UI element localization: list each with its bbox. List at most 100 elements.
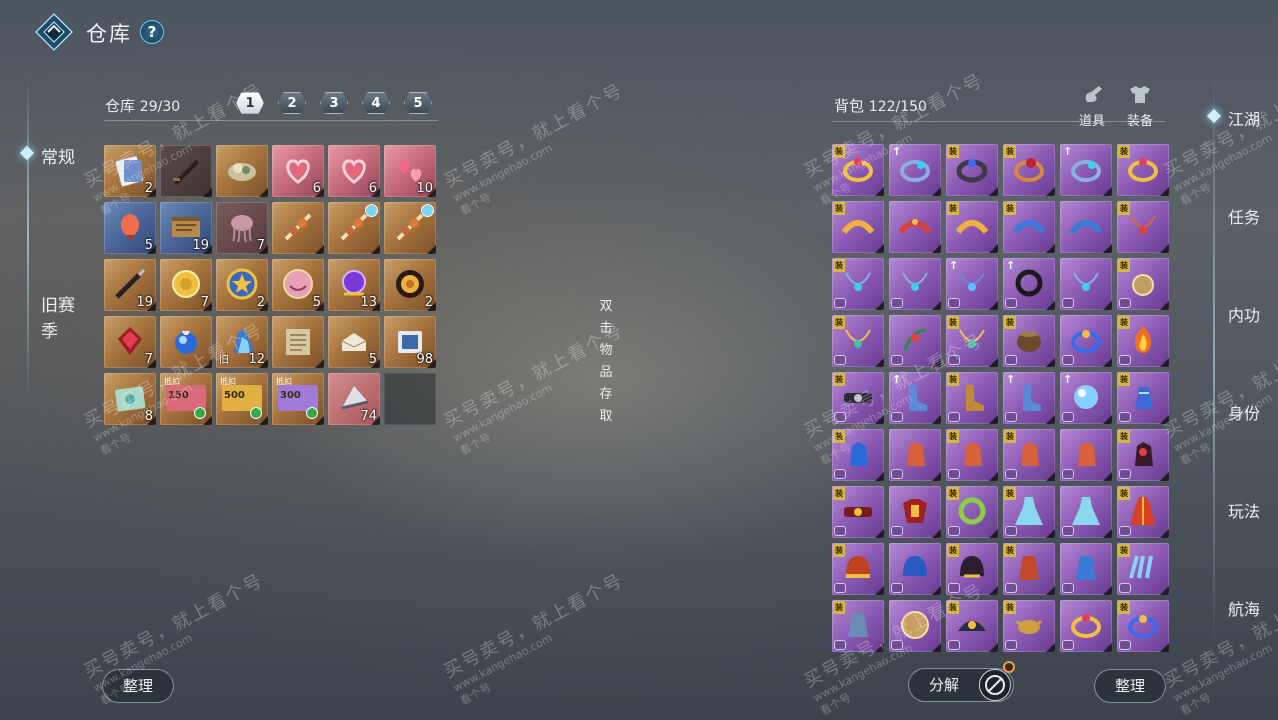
backpack-slot[interactable]	[1060, 486, 1112, 538]
warehouse-slot[interactable]: 旧 12	[216, 316, 268, 368]
backpack-slot[interactable]: ↑	[1060, 372, 1112, 424]
backpack-slot[interactable]: 装	[946, 144, 998, 196]
props-filter-button[interactable]: 道具	[1072, 84, 1112, 129]
backpack-slot[interactable]	[1060, 429, 1112, 481]
backpack-slot[interactable]: ↑	[1060, 144, 1112, 196]
backpack-slot[interactable]: 装	[946, 315, 998, 367]
warehouse-slot[interactable]: 10	[384, 145, 436, 197]
backpack-slot[interactable]: 装	[1117, 144, 1169, 196]
page-tab-1[interactable]: 1	[236, 92, 264, 114]
warehouse-slot[interactable]: 98	[384, 316, 436, 368]
backpack-slot[interactable]: 装	[1117, 543, 1169, 595]
nav-right-tasks[interactable]: 任务	[1228, 204, 1260, 228]
backpack-slot[interactable]: 装	[1117, 600, 1169, 652]
backpack-slot[interactable]	[889, 201, 941, 253]
equipment-filter-button[interactable]: 装备	[1120, 84, 1160, 129]
nav-right-inner-skill[interactable]: 内功	[1228, 302, 1260, 326]
warehouse-slot[interactable]: 2	[216, 259, 268, 311]
backpack-slot[interactable]: 装	[946, 201, 998, 253]
warehouse-slot[interactable]	[216, 145, 268, 197]
backpack-slot[interactable]	[1060, 258, 1112, 310]
backpack-slot[interactable]: 装	[832, 543, 884, 595]
backpack-slot[interactable]: 装	[1003, 429, 1055, 481]
backpack-slot[interactable]: ↑	[946, 258, 998, 310]
warehouse-sort-button[interactable]: 整理	[102, 669, 174, 703]
backpack-slot[interactable]: 装	[832, 600, 884, 652]
warehouse-slot[interactable]: 6	[272, 145, 324, 197]
backpack-slot[interactable]: 装	[1117, 201, 1169, 253]
backpack-slot[interactable]: 装	[1003, 600, 1055, 652]
backpack-slot[interactable]: ↑	[1003, 258, 1055, 310]
warehouse-slot[interactable]	[160, 145, 212, 197]
backpack-slot[interactable]: 装	[946, 543, 998, 595]
backpack-slot[interactable]: 装	[832, 315, 884, 367]
nav-tab-old-season[interactable]: 旧赛季	[41, 293, 81, 345]
warehouse-slot[interactable]: 19	[104, 259, 156, 311]
backpack-slot[interactable]: 装	[1117, 315, 1169, 367]
backpack-slot[interactable]	[1060, 543, 1112, 595]
warehouse-slot[interactable]: 2	[104, 145, 156, 197]
warehouse-slot[interactable]: 19	[160, 202, 212, 254]
backpack-slot[interactable]: 装	[946, 486, 998, 538]
backpack-slot[interactable]: ↑	[889, 144, 941, 196]
warehouse-slot[interactable]: 抵扣 300	[272, 373, 324, 425]
warehouse-slot[interactable]	[272, 202, 324, 254]
backpack-slot[interactable]: 装	[832, 144, 884, 196]
backpack-slot[interactable]: 装	[1003, 144, 1055, 196]
page-tab-3[interactable]: 3	[320, 92, 348, 114]
backpack-slot[interactable]	[889, 258, 941, 310]
warehouse-slot[interactable]	[384, 202, 436, 254]
nav-right-voyage[interactable]: 航海	[1228, 596, 1260, 620]
warehouse-slot[interactable]: 8	[104, 373, 156, 425]
warehouse-slot[interactable]: 6	[328, 145, 380, 197]
page-tab-2[interactable]: 2	[278, 92, 306, 114]
nav-tab-regular[interactable]: 常规	[41, 143, 75, 168]
backpack-slot[interactable]	[889, 543, 941, 595]
backpack-slot[interactable]: 装	[1117, 429, 1169, 481]
backpack-slot[interactable]	[889, 429, 941, 481]
backpack-slot[interactable]: 装	[832, 258, 884, 310]
warehouse-slot[interactable]	[160, 316, 212, 368]
page-tab-4[interactable]: 4	[362, 92, 390, 114]
backpack-slot[interactable]	[889, 315, 941, 367]
backpack-slot[interactable]: 装	[946, 600, 998, 652]
empty-slot[interactable]	[384, 373, 436, 425]
warehouse-slot[interactable]	[328, 202, 380, 254]
warehouse-slot[interactable]: 74	[328, 373, 380, 425]
warehouse-slot[interactable]	[272, 316, 324, 368]
backpack-sort-button[interactable]: 整理	[1094, 669, 1166, 703]
backpack-slot[interactable]: 装	[1117, 486, 1169, 538]
backpack-slot[interactable]	[1060, 315, 1112, 367]
backpack-slot[interactable]: 装	[832, 372, 884, 424]
warehouse-slot[interactable]: 13	[328, 259, 380, 311]
warehouse-slot[interactable]: 5	[328, 316, 380, 368]
backpack-slot[interactable]: 装	[1003, 486, 1055, 538]
decompose-toggle-icon[interactable]	[979, 669, 1011, 701]
backpack-slot[interactable]	[889, 486, 941, 538]
backpack-slot[interactable]: 装	[832, 429, 884, 481]
help-icon[interactable]: ?	[140, 20, 164, 44]
backpack-slot[interactable]: 装	[1003, 201, 1055, 253]
warehouse-slot[interactable]: 2	[384, 259, 436, 311]
nav-right-jianghu[interactable]: 江湖	[1228, 106, 1260, 130]
backpack-slot[interactable]: 装	[832, 201, 884, 253]
backpack-slot[interactable]: 装	[1003, 543, 1055, 595]
warehouse-slot[interactable]: 7	[104, 316, 156, 368]
backpack-slot[interactable]: 装	[832, 486, 884, 538]
warehouse-slot[interactable]: 5	[104, 202, 156, 254]
backpack-slot[interactable]: ↑	[1003, 372, 1055, 424]
backpack-slot[interactable]: 装	[946, 372, 998, 424]
backpack-slot[interactable]	[1060, 201, 1112, 253]
backpack-slot[interactable]: ↑	[889, 372, 941, 424]
backpack-slot[interactable]: 装	[1117, 258, 1169, 310]
nav-right-gameplay[interactable]: 玩法	[1228, 498, 1260, 522]
warehouse-slot[interactable]: 5	[272, 259, 324, 311]
backpack-slot[interactable]: 装	[1117, 372, 1169, 424]
backpack-slot[interactable]: 装	[1003, 315, 1055, 367]
backpack-slot[interactable]	[1060, 600, 1112, 652]
page-tab-5[interactable]: 5	[404, 92, 432, 114]
warehouse-slot[interactable]: 7	[216, 202, 268, 254]
warehouse-slot[interactable]: 抵扣 150	[160, 373, 212, 425]
warehouse-slot[interactable]: 7	[160, 259, 212, 311]
warehouse-slot[interactable]: 抵扣 500	[216, 373, 268, 425]
